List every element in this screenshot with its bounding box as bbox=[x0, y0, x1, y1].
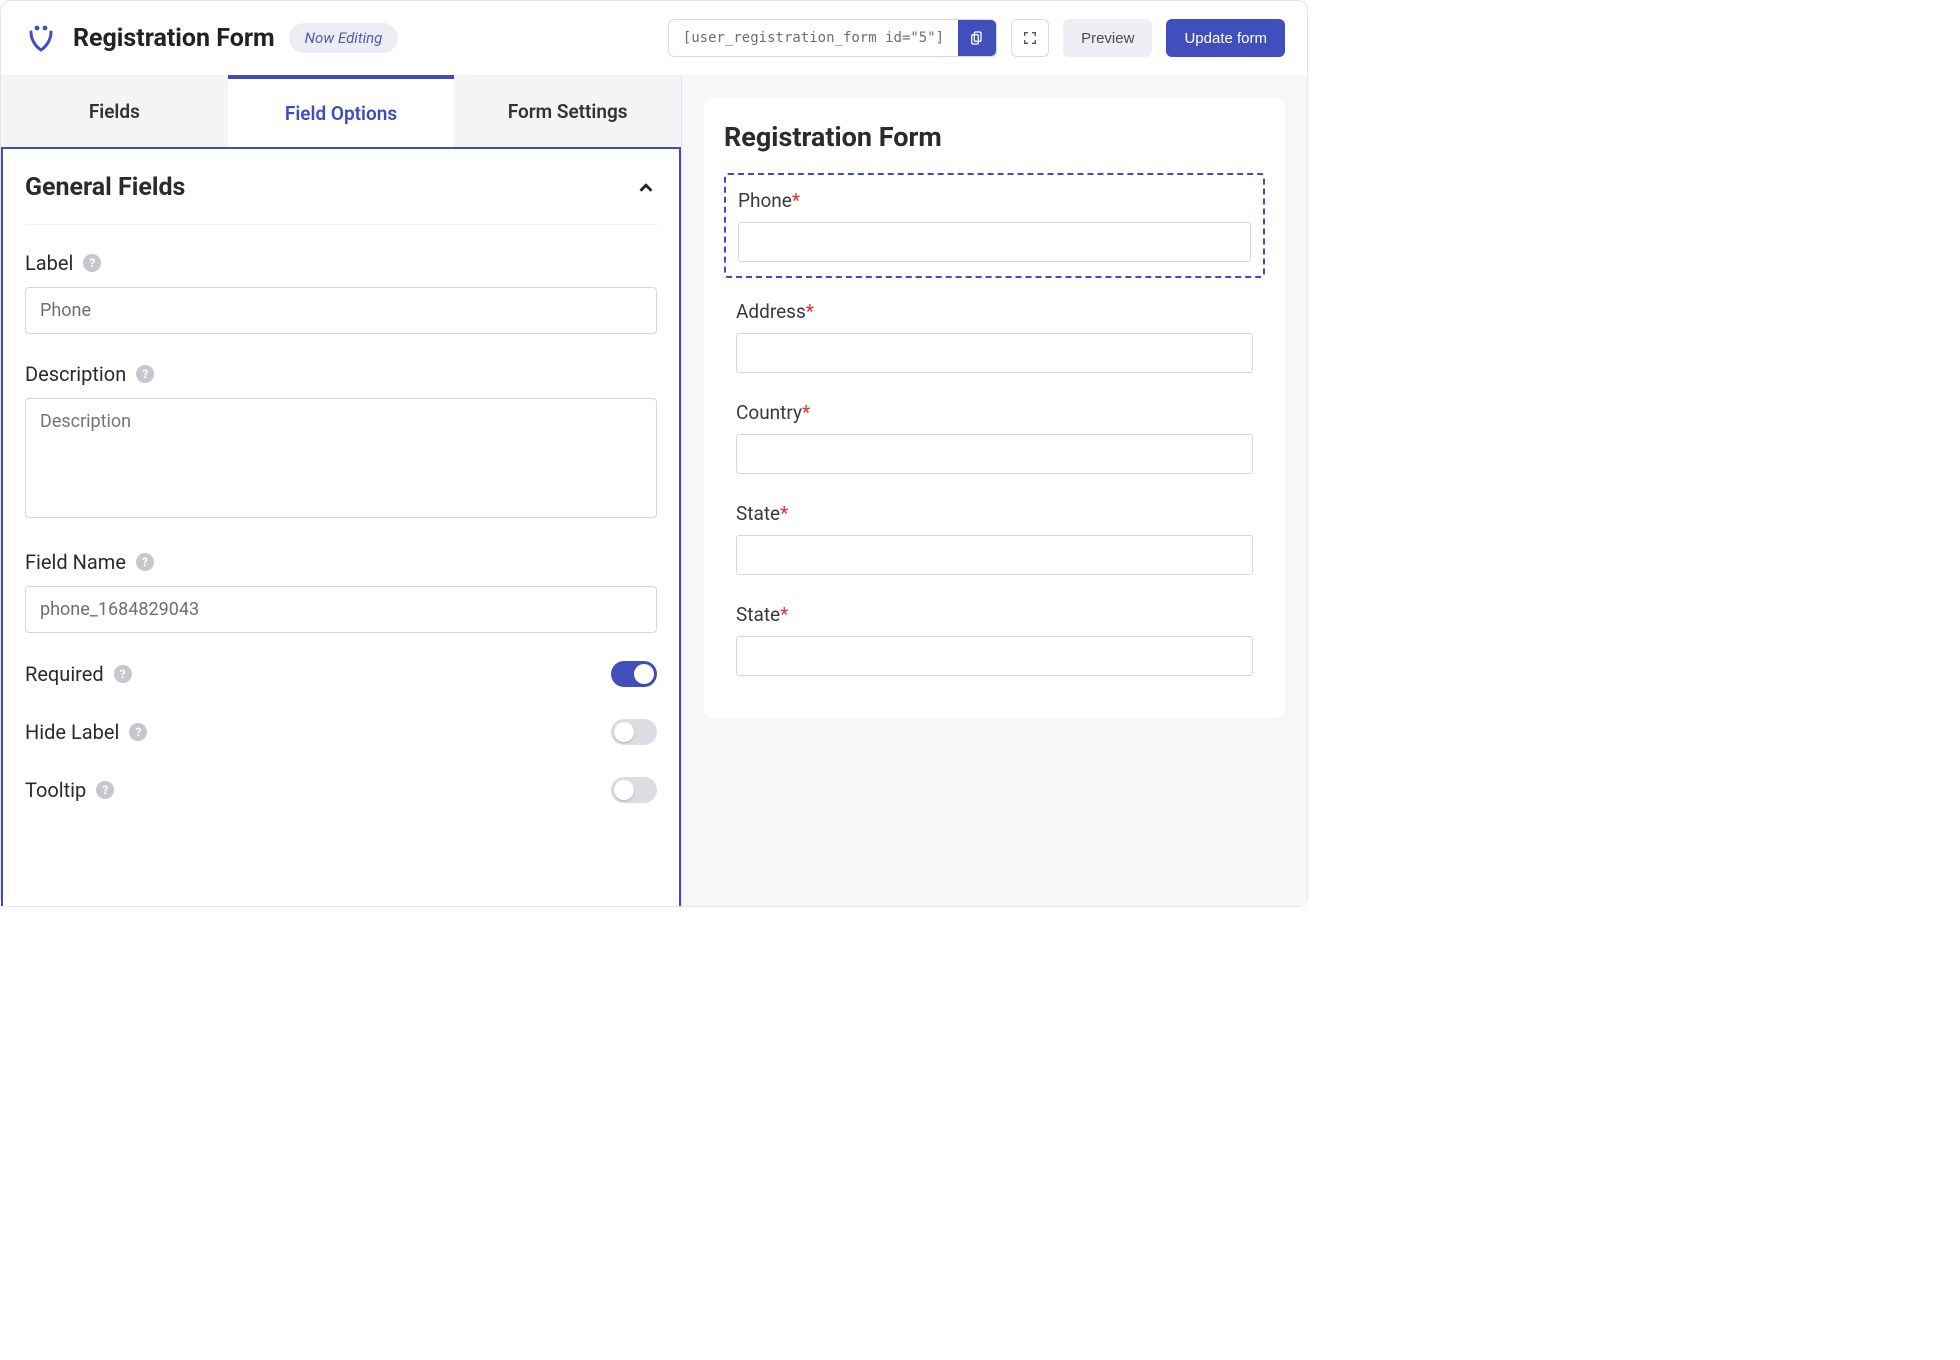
preview-field-input[interactable] bbox=[736, 535, 1253, 575]
required-star: * bbox=[802, 401, 810, 424]
topbar: Registration Form Now Editing [user_regi… bbox=[1, 1, 1307, 75]
required-star: * bbox=[780, 603, 788, 626]
preview-field-input[interactable] bbox=[738, 222, 1251, 262]
main: Fields Field Options Form Settings Gener… bbox=[1, 75, 1307, 906]
preview-field-label: Phone* bbox=[738, 189, 1251, 212]
option-hide-label: Hide Label ? bbox=[25, 719, 657, 745]
chevron-up-icon bbox=[635, 177, 657, 199]
tabs: Fields Field Options Form Settings bbox=[1, 75, 681, 147]
option-required-caption: Required bbox=[25, 662, 104, 686]
help-icon[interactable]: ? bbox=[96, 781, 114, 799]
tab-form-settings[interactable]: Form Settings bbox=[454, 75, 681, 147]
editing-badge: Now Editing bbox=[289, 23, 399, 53]
option-label: Label ? bbox=[25, 251, 657, 334]
option-tooltip: Tooltip ? bbox=[25, 777, 657, 803]
fullscreen-button[interactable] bbox=[1011, 19, 1049, 57]
preview-field[interactable]: Phone* bbox=[724, 173, 1265, 278]
preview-field-label: State* bbox=[736, 502, 1253, 525]
required-star: * bbox=[806, 300, 814, 323]
preview-field-input[interactable] bbox=[736, 434, 1253, 474]
option-tooltip-caption: Tooltip bbox=[25, 778, 86, 802]
preview-field-input[interactable] bbox=[736, 333, 1253, 373]
shortcode-text[interactable]: [user_registration_form id="5"] bbox=[669, 20, 958, 56]
field-name-input[interactable] bbox=[25, 586, 657, 633]
option-fieldname-caption: Field Name bbox=[25, 550, 126, 574]
copy-shortcode-button[interactable] bbox=[958, 20, 996, 56]
left-column: Fields Field Options Form Settings Gener… bbox=[1, 75, 681, 906]
description-input[interactable] bbox=[25, 398, 657, 518]
required-toggle[interactable] bbox=[611, 661, 657, 687]
form-preview: Registration Form Phone* Address* Country*… bbox=[704, 97, 1285, 718]
section-header-general[interactable]: General Fields bbox=[25, 173, 657, 225]
option-description: Description ? bbox=[25, 362, 657, 522]
preview-field[interactable]: State* bbox=[724, 488, 1265, 589]
option-label-caption: Label bbox=[25, 251, 73, 275]
option-field-name: Field Name ? bbox=[25, 550, 657, 633]
preview-title: Registration Form bbox=[724, 121, 1265, 153]
preview-button[interactable]: Preview bbox=[1063, 19, 1152, 57]
preview-field-label: Address* bbox=[736, 300, 1253, 323]
tab-field-options[interactable]: Field Options bbox=[228, 75, 455, 147]
form-title: Registration Form bbox=[73, 24, 275, 53]
preview-field-label: State* bbox=[736, 603, 1253, 626]
help-icon[interactable]: ? bbox=[136, 553, 154, 571]
required-star: * bbox=[792, 189, 800, 212]
tooltip-toggle[interactable] bbox=[611, 777, 657, 803]
preview-field[interactable]: Address* bbox=[724, 286, 1265, 387]
option-description-caption: Description bbox=[25, 362, 126, 386]
right-column: Registration Form Phone* Address* Country*… bbox=[681, 75, 1307, 906]
help-icon[interactable]: ? bbox=[114, 665, 132, 683]
preview-field-input[interactable] bbox=[736, 636, 1253, 676]
preview-field[interactable]: Country* bbox=[724, 387, 1265, 488]
option-required: Required ? bbox=[25, 661, 657, 687]
help-icon[interactable]: ? bbox=[136, 365, 154, 383]
preview-field[interactable]: State* bbox=[724, 589, 1265, 690]
help-icon[interactable]: ? bbox=[129, 723, 147, 741]
label-input[interactable] bbox=[25, 287, 657, 334]
update-form-button[interactable]: Update form bbox=[1166, 19, 1285, 57]
preview-field-label: Country* bbox=[736, 401, 1253, 424]
section-title: General Fields bbox=[25, 173, 185, 202]
field-options-panel: General Fields Label ? Description ? bbox=[1, 147, 681, 906]
help-icon[interactable]: ? bbox=[83, 254, 101, 272]
shortcode-box: [user_registration_form id="5"] bbox=[668, 19, 997, 57]
tab-fields[interactable]: Fields bbox=[1, 75, 228, 147]
option-hidelabel-caption: Hide Label bbox=[25, 720, 119, 744]
app-logo bbox=[23, 20, 59, 56]
hide-label-toggle[interactable] bbox=[611, 719, 657, 745]
required-star: * bbox=[780, 502, 788, 525]
